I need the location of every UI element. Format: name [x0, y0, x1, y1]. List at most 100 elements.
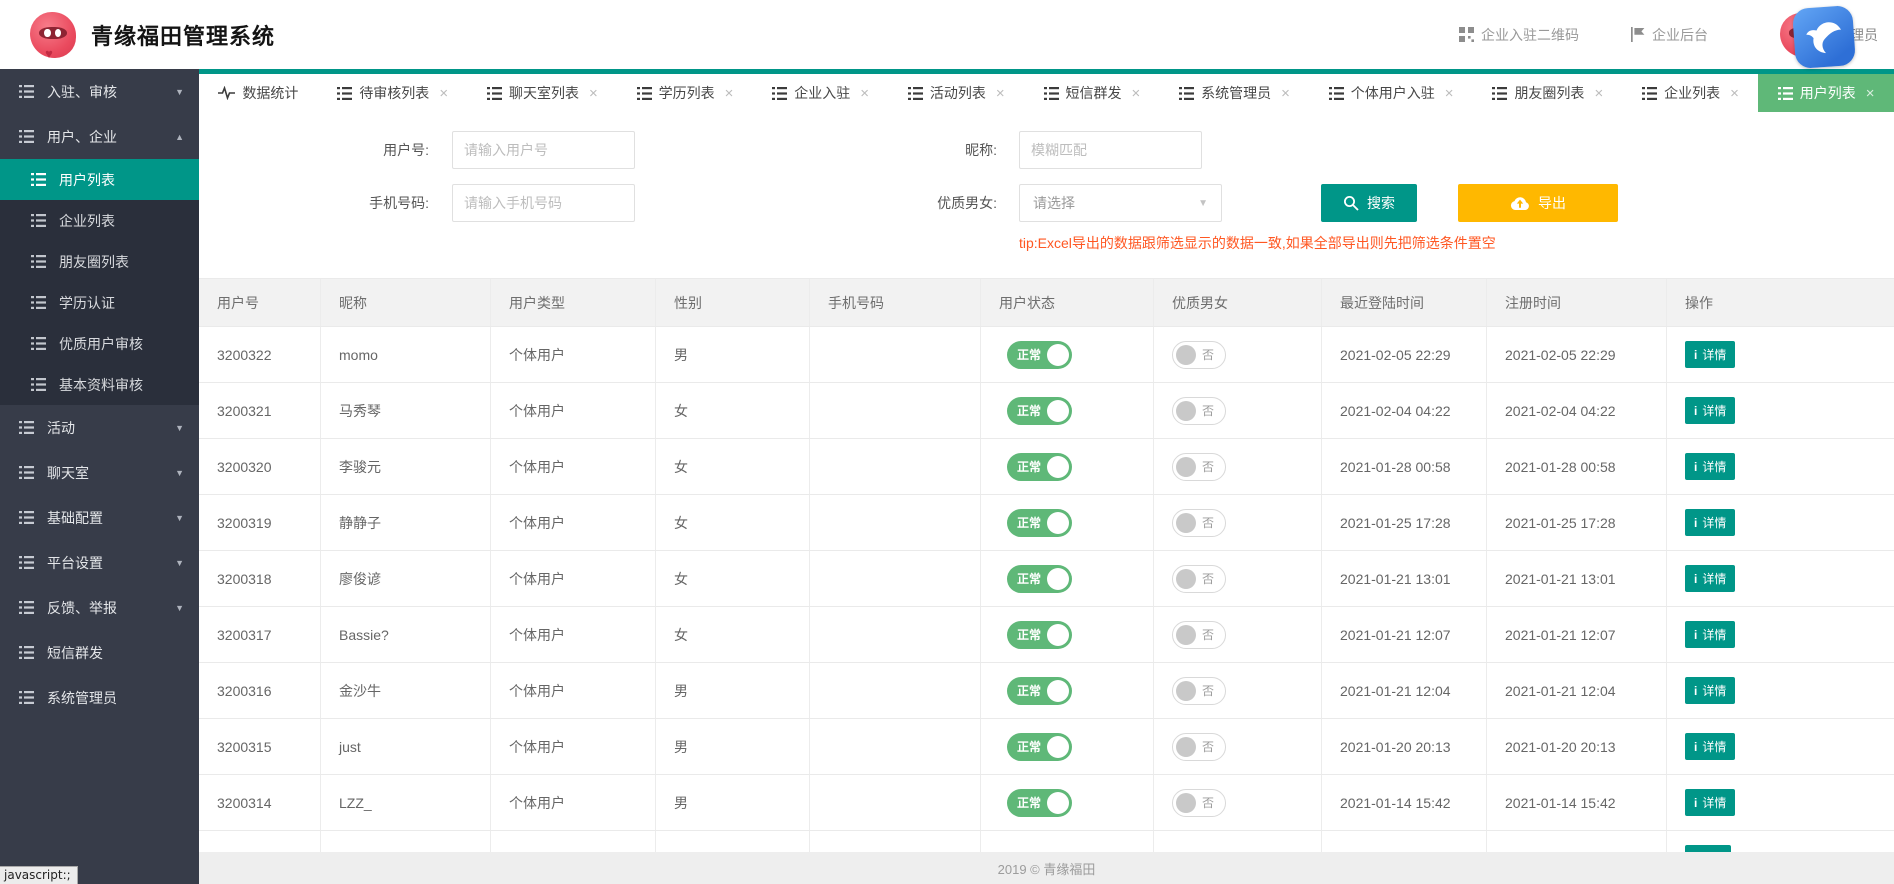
cell-status: 正常: [981, 607, 1154, 662]
status-toggle[interactable]: 正常: [1007, 677, 1072, 705]
sidebar-subitem[interactable]: 优质用户审核: [0, 323, 199, 364]
sidebar-item[interactable]: 活动▼: [0, 405, 199, 450]
quality-toggle[interactable]: 否: [1172, 733, 1226, 761]
close-icon[interactable]: ×: [725, 86, 734, 101]
detail-button[interactable]: i详情: [1685, 341, 1735, 368]
browser-extension-bird-icon[interactable]: [1792, 5, 1856, 69]
cell-nickname: momo: [321, 327, 491, 382]
phone-input[interactable]: [452, 184, 635, 222]
cell-action: i详情: [1667, 775, 1894, 830]
sidebar-subitem[interactable]: 学历认证: [0, 282, 199, 323]
column-header: 昵称: [321, 279, 491, 326]
enterprise-backend-link[interactable]: 企业后台: [1631, 25, 1708, 45]
close-icon[interactable]: ×: [996, 86, 1005, 101]
tab-item[interactable]: 学历列表×: [617, 74, 753, 112]
column-header: 优质男女: [1154, 279, 1322, 326]
cell-nickname: 马秀琴: [321, 383, 491, 438]
cell-status: 正常: [981, 551, 1154, 606]
user-id-input[interactable]: [452, 131, 635, 169]
cell-quality: 否: [1154, 663, 1322, 718]
enterprise-qr-link[interactable]: 企业入驻二维码: [1459, 25, 1579, 45]
cell-action: i详情: [1667, 495, 1894, 550]
list-icon: [31, 337, 46, 350]
tab-item[interactable]: 企业列表×: [1623, 74, 1759, 112]
detail-button[interactable]: i详情: [1685, 789, 1735, 816]
tab-item[interactable]: 朋友圈列表×: [1473, 74, 1623, 112]
cell-action: i详情: [1667, 719, 1894, 774]
sidebar-item[interactable]: 平台设置▼: [0, 540, 199, 585]
close-icon[interactable]: ×: [1866, 86, 1875, 101]
quality-toggle[interactable]: 否: [1172, 621, 1226, 649]
search-button[interactable]: 搜索: [1321, 184, 1417, 222]
detail-button[interactable]: [1685, 845, 1731, 852]
list-icon: [1044, 87, 1059, 100]
tab-item[interactable]: 短信群发×: [1024, 74, 1160, 112]
tab-item[interactable]: 个体用户入驻×: [1309, 74, 1473, 112]
cell-nickname: just: [321, 719, 491, 774]
status-toggle[interactable]: 正常: [1007, 565, 1072, 593]
close-icon[interactable]: ×: [1445, 86, 1454, 101]
close-icon[interactable]: ×: [860, 86, 869, 101]
sidebar-subitem[interactable]: 朋友圈列表: [0, 241, 199, 282]
sidebar-subitem[interactable]: 企业列表: [0, 200, 199, 241]
tab-item[interactable]: 数据统计: [199, 74, 318, 112]
sidebar-item[interactable]: 系统管理员: [0, 675, 199, 720]
quality-toggle[interactable]: 否: [1172, 565, 1226, 593]
export-button[interactable]: 导出: [1458, 184, 1618, 222]
cell-quality: 否: [1154, 719, 1322, 774]
quality-toggle[interactable]: 否: [1172, 789, 1226, 817]
close-icon[interactable]: ×: [589, 86, 598, 101]
tab-item[interactable]: 企业入驻×: [753, 74, 889, 112]
close-icon[interactable]: ×: [1132, 86, 1141, 101]
table-row: 3200319静静子个体用户女正常否2021-01-25 17:282021-0…: [199, 495, 1894, 551]
close-icon[interactable]: ×: [1730, 86, 1739, 101]
quality-toggle[interactable]: 否: [1172, 509, 1226, 537]
column-header: 性别: [656, 279, 810, 326]
cell-user-type: 个体用户: [491, 551, 656, 606]
close-icon[interactable]: ×: [439, 86, 448, 101]
sidebar-item[interactable]: 反馈、举报▼: [0, 585, 199, 630]
status-toggle[interactable]: 正常: [1007, 733, 1072, 761]
status-toggle[interactable]: 正常: [1007, 509, 1072, 537]
sidebar-subitem[interactable]: 用户列表: [0, 159, 199, 200]
tab-item[interactable]: 聊天室列表×: [468, 74, 618, 112]
quality-toggle[interactable]: 否: [1172, 453, 1226, 481]
close-icon[interactable]: ×: [1594, 86, 1603, 101]
chevron-down-icon: ▼: [175, 603, 184, 613]
info-icon: i: [1694, 684, 1697, 698]
sidebar-item[interactable]: 聊天室▼: [0, 450, 199, 495]
detail-button[interactable]: i详情: [1685, 733, 1735, 760]
status-toggle[interactable]: 正常: [1007, 341, 1072, 369]
status-toggle[interactable]: 正常: [1007, 453, 1072, 481]
tab-item[interactable]: 用户列表×: [1758, 74, 1894, 112]
detail-button[interactable]: i详情: [1685, 621, 1735, 648]
detail-button[interactable]: i详情: [1685, 509, 1735, 536]
tab-item[interactable]: 系统管理员×: [1160, 74, 1310, 112]
quality-toggle[interactable]: 否: [1172, 341, 1226, 369]
list-icon: [772, 87, 787, 100]
quality-select[interactable]: 请选择 ▼: [1019, 184, 1222, 222]
sidebar-item[interactable]: 用户、企业▲: [0, 114, 199, 159]
detail-button[interactable]: i详情: [1685, 453, 1735, 480]
sidebar-subitem[interactable]: 基本资料审核: [0, 364, 199, 405]
quality-toggle[interactable]: 否: [1172, 677, 1226, 705]
status-toggle[interactable]: 正常: [1007, 621, 1072, 649]
sidebar-item[interactable]: 基础配置▼: [0, 495, 199, 540]
tab-item[interactable]: 待审核列表×: [318, 74, 468, 112]
status-toggle[interactable]: 正常: [1007, 789, 1072, 817]
sidebar-item[interactable]: 入驻、审核▼: [0, 69, 199, 114]
tab-item[interactable]: 活动列表×: [888, 74, 1024, 112]
cell-registered: 2021-01-21 12:07: [1487, 607, 1667, 662]
cell-last-login: 2021-01-21 12:07: [1322, 607, 1487, 662]
sidebar-item[interactable]: 短信群发: [0, 630, 199, 675]
close-icon[interactable]: ×: [1281, 86, 1290, 101]
status-toggle[interactable]: 正常: [1007, 397, 1072, 425]
quality-toggle[interactable]: 否: [1172, 397, 1226, 425]
detail-button[interactable]: i详情: [1685, 565, 1735, 592]
detail-button[interactable]: i详情: [1685, 677, 1735, 704]
detail-button[interactable]: i详情: [1685, 397, 1735, 424]
nickname-input[interactable]: [1019, 131, 1202, 169]
cell-nickname: 廖俊谚: [321, 551, 491, 606]
qr-icon: [1459, 27, 1474, 42]
cell-last-login: 2021-01-21 12:04: [1322, 663, 1487, 718]
